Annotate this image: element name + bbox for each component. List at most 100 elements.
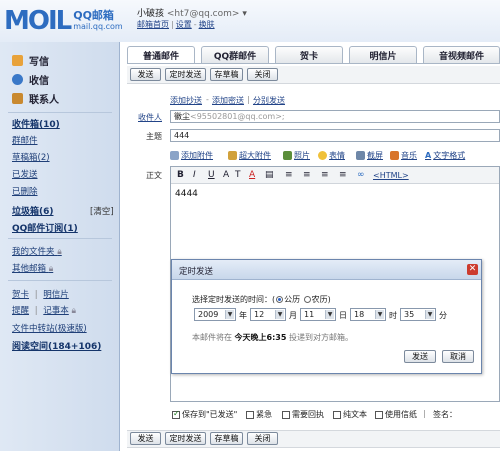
receipt-option[interactable]: 需要回执 — [282, 409, 324, 420]
emoticon-button[interactable]: 表情 — [318, 149, 345, 161]
subject-field[interactable]: 444 — [170, 129, 500, 142]
bold-button[interactable]: B — [177, 170, 184, 180]
tab-greeting-card[interactable]: 贺卡 — [275, 46, 343, 64]
bottom-save-draft-button[interactable]: 存草稿 — [210, 432, 243, 445]
smiley-icon — [318, 150, 327, 160]
bottom-timed-send-button[interactable]: 定时发送 — [165, 432, 206, 445]
folder-subscriptions[interactable]: QQ邮件订阅(1) — [12, 221, 78, 234]
folder-group-mail[interactable]: 群邮件 — [12, 134, 38, 146]
mail-type-tabs: 普通邮件 QQ群邮件 贺卡 明信片 音视频邮件 — [127, 46, 500, 64]
folder-sent[interactable]: 已发送 — [12, 168, 38, 180]
add-bcc-link[interactable]: 添加密送 — [212, 95, 244, 106]
mailbox-home-link[interactable]: 邮箱首页 — [137, 20, 169, 29]
to-field[interactable]: 徽尘<95502801@qq.com>; — [170, 110, 500, 123]
urgent-checkbox[interactable] — [246, 410, 254, 419]
separate-send-link[interactable]: 分别发送 — [253, 95, 285, 106]
lunar-calendar-radio[interactable] — [303, 296, 311, 303]
hour-select[interactable]: 18 ▼ — [350, 308, 386, 321]
numbered-list-button[interactable]: ≡ — [303, 170, 311, 180]
tab-group-mail[interactable]: QQ群邮件 — [201, 46, 269, 64]
user-menu-chevron-icon[interactable]: ▾ — [242, 9, 247, 19]
close-button[interactable]: 关闭 — [247, 68, 278, 81]
notebook-link[interactable]: 记事本 — [43, 306, 69, 316]
time-prompt: 选择定时发送的时间：(公历 农历) — [192, 295, 331, 304]
month-select[interactable]: 12 ▼ — [250, 308, 286, 321]
urgent-option[interactable]: 紧急 — [246, 409, 272, 420]
to-label[interactable]: 收件人 — [138, 112, 162, 123]
indent-button[interactable]: ≡ — [339, 170, 347, 180]
reading-space-link[interactable]: 阅读空间(184+106) — [12, 339, 101, 352]
dialog-close-icon[interactable]: ✕ — [467, 264, 478, 275]
reminder-link[interactable]: 提醒 — [12, 306, 29, 316]
bullet-list-button[interactable]: ≡ — [321, 170, 329, 180]
folder-inbox[interactable]: 收件箱(10) — [12, 117, 60, 130]
italic-button[interactable]: I — [193, 170, 196, 180]
compose-label: 写信 — [29, 56, 49, 68]
screenshot-button[interactable]: 截屏 — [356, 149, 383, 161]
tab-av-mail[interactable]: 音视频邮件 — [423, 46, 500, 64]
empty-spam-link[interactable]: [清空] — [90, 205, 114, 217]
bottom-send-button[interactable]: 发送 — [130, 432, 161, 445]
save-to-sent-checkbox[interactable] — [172, 409, 180, 419]
settings-link[interactable]: 设置 — [176, 20, 192, 29]
plain-text-option[interactable]: 纯文本 — [333, 409, 367, 420]
chevron-down-icon: ▼ — [225, 310, 234, 319]
photo-button[interactable]: 照片 — [283, 149, 310, 161]
solar-calendar-radio[interactable] — [276, 296, 284, 303]
dialog-send-button[interactable]: 发送 — [404, 350, 436, 363]
link-button[interactable]: ∞ — [357, 170, 365, 180]
dialog-title: 定时发送 — [179, 267, 214, 277]
postcard-link[interactable]: 明信片 — [43, 290, 69, 300]
large-attachment-button[interactable]: 超大附件 — [228, 149, 271, 161]
to-value: 徽尘 — [174, 112, 190, 121]
top-links: 邮箱首页 | 设置 - 换肤 — [137, 20, 215, 29]
my-folders-link[interactable]: 我的文件夹 🔒︎ — [12, 245, 62, 257]
text-format-icon: A — [425, 150, 432, 160]
music-button[interactable]: 音乐 — [390, 149, 417, 161]
highlight-icon[interactable]: ▤ — [265, 170, 274, 180]
receive-button[interactable]: 收信 — [12, 71, 49, 87]
add-attachment-button[interactable]: 添加附件 — [170, 149, 213, 161]
timed-send-button[interactable]: 定时发送 — [165, 68, 206, 81]
font-family-button[interactable]: T — [235, 170, 241, 180]
skin-link[interactable]: 换肤 — [199, 20, 215, 29]
add-cc-link[interactable]: 添加抄送 — [170, 95, 202, 106]
compose-button[interactable]: 写信 — [12, 52, 49, 68]
folder-drafts[interactable]: 草稿箱(2) — [12, 151, 50, 163]
day-select[interactable]: 11 ▼ — [300, 308, 336, 321]
signature-label[interactable]: 签名： — [433, 409, 457, 420]
sidebar: 写信 收信 联系人 收件箱(10) 群邮件 草稿箱(2) 已发送 已删除 垃圾箱… — [0, 42, 120, 451]
subject-label: 主题 — [146, 132, 162, 141]
chevron-down-icon: ▼ — [275, 310, 284, 319]
bottom-close-button[interactable]: 关闭 — [247, 432, 278, 445]
qq-mail-logo[interactable]: MOIL QQ邮箱 mail.qq.com — [4, 6, 123, 36]
plain-text-checkbox[interactable] — [333, 410, 341, 419]
tab-underline — [127, 63, 500, 64]
stationery-checkbox[interactable] — [375, 410, 383, 419]
underline-button[interactable]: U — [208, 170, 215, 180]
greeting-card-link[interactable]: 贺卡 — [12, 290, 29, 300]
other-mailbox-link[interactable]: 其他邮箱 🔒︎ — [12, 262, 53, 274]
tab-normal-mail[interactable]: 普通邮件 — [127, 46, 195, 64]
year-select[interactable]: 2009 ▼ — [194, 308, 236, 321]
minute-select[interactable]: 35 ▼ — [400, 308, 436, 321]
dialog-cancel-button[interactable]: 取消 — [442, 350, 474, 363]
stationery-option[interactable]: 使用信纸 — [375, 409, 417, 420]
contacts-button[interactable]: 联系人 — [12, 90, 59, 106]
save-draft-button[interactable]: 存草稿 — [210, 68, 243, 81]
text-format-button[interactable]: A 文字格式 — [425, 149, 465, 161]
to-address: <95502801@qq.com>; — [190, 112, 285, 121]
dialog-titlebar: 定时发送 ✕ — [172, 260, 481, 280]
tab-postcard[interactable]: 明信片 — [349, 46, 417, 64]
align-button[interactable]: ≡ — [285, 170, 293, 180]
send-button[interactable]: 发送 — [130, 68, 161, 81]
html-mode-button[interactable]: <HTML> — [373, 171, 409, 180]
save-to-sent-option[interactable]: 保存到"已发送" — [172, 409, 237, 420]
font-color-button[interactable]: A — [249, 170, 255, 180]
font-size-button[interactable]: A — [223, 170, 229, 180]
folder-deleted[interactable]: 已删除 — [12, 185, 38, 197]
header: MOIL QQ邮箱 mail.qq.com 小破孩 <ht7@qq.com> ▾… — [0, 0, 500, 42]
receipt-checkbox[interactable] — [282, 410, 290, 419]
file-transfer-link[interactable]: 文件中转站(极速版) — [12, 322, 87, 334]
folder-spam[interactable]: 垃圾箱(6) — [12, 204, 54, 217]
